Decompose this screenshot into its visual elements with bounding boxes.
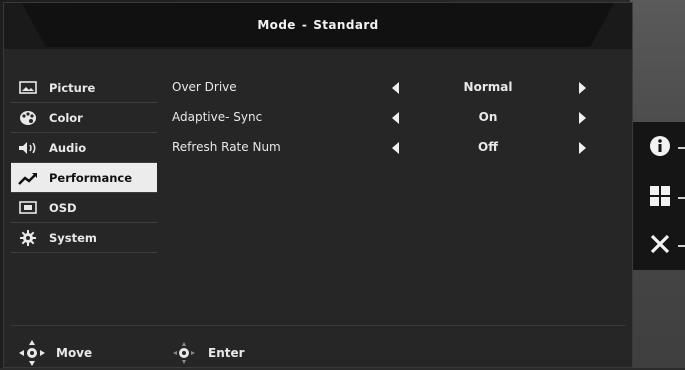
button-indicator	[678, 197, 685, 199]
footer-enter-hint: Enter	[170, 339, 245, 367]
info-icon	[649, 135, 671, 161]
arrow-left-icon[interactable]	[392, 142, 399, 154]
arrow-right-icon[interactable]	[579, 82, 586, 94]
button-indicator	[678, 245, 685, 247]
page-title: Mode - Standard	[4, 18, 632, 32]
close-icon	[649, 233, 671, 259]
performance-trend-icon	[17, 170, 39, 186]
setting-row-adaptive-sync[interactable]: Adaptive- Sync On	[172, 105, 612, 135]
footer-enter-label: Enter	[208, 346, 245, 360]
speaker-icon	[17, 140, 39, 156]
setting-value: Normal	[463, 80, 513, 94]
sidebar-item-label: Picture	[49, 80, 96, 95]
sidebar-item-label: OSD	[49, 200, 77, 215]
title-prefix: Mode	[257, 18, 296, 32]
arrow-left-icon[interactable]	[392, 82, 399, 94]
arrow-left-icon[interactable]	[392, 112, 399, 124]
footer-move-hint: Move	[18, 339, 92, 367]
picture-icon	[17, 80, 39, 96]
footer-divider	[11, 325, 625, 326]
setting-row-over-drive[interactable]: Over Drive Normal	[172, 75, 612, 105]
menu-button[interactable]	[633, 178, 685, 218]
sidebar-item-system[interactable]: System	[11, 223, 157, 253]
close-button[interactable]	[633, 226, 685, 266]
sidebar: Picture Color Audio Performance OSD Syst…	[11, 73, 157, 253]
setting-row-refresh-rate-num[interactable]: Refresh Rate Num Off	[172, 135, 612, 165]
setting-value: On	[478, 110, 498, 124]
setting-label: Over Drive	[172, 80, 237, 94]
title-mode: Standard	[313, 18, 379, 32]
joystick-move-icon	[18, 339, 46, 367]
osd-screen-icon	[17, 200, 39, 216]
footer-move-label: Move	[56, 346, 93, 360]
sidebar-item-label: Color	[49, 110, 83, 125]
sidebar-item-performance[interactable]: Performance	[11, 163, 157, 193]
setting-value: Off	[478, 140, 498, 154]
sidebar-item-label: Performance	[49, 170, 133, 185]
sidebar-item-audio[interactable]: Audio	[11, 133, 157, 163]
setting-label: Adaptive- Sync	[172, 110, 263, 124]
arrow-right-icon[interactable]	[579, 112, 586, 124]
palette-icon	[17, 110, 39, 126]
setting-label: Refresh Rate Num	[172, 140, 281, 154]
arrow-right-icon[interactable]	[579, 142, 586, 154]
sidebar-item-label: Audio	[49, 140, 87, 155]
sidebar-item-label: System	[49, 230, 97, 245]
settings-panel: Over Drive Normal Adaptive- Sync On Refr…	[172, 75, 612, 165]
sidebar-item-osd[interactable]: OSD	[11, 193, 157, 223]
sidebar-item-color[interactable]: Color	[11, 103, 157, 133]
menu-grid-icon	[649, 185, 671, 211]
button-indicator	[678, 147, 685, 149]
sidebar-item-picture[interactable]: Picture	[11, 73, 157, 103]
info-button[interactable]	[633, 128, 685, 168]
title-bar: Mode - Standard	[4, 3, 632, 49]
joystick-enter-icon	[170, 339, 198, 367]
osd-menu: Mode - Standard Picture Color Audio Perf…	[3, 2, 633, 368]
gear-icon	[17, 229, 39, 246]
title-separator: -	[301, 18, 308, 32]
hotkey-panel	[633, 122, 685, 270]
